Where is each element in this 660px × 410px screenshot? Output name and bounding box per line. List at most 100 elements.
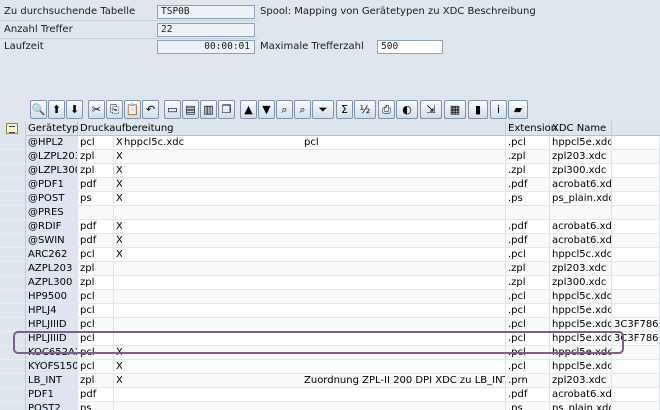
cell-xdc-file[interactable] xyxy=(122,234,302,248)
cell-druckaufbereitung[interactable]: ps xyxy=(78,402,114,410)
cell-geraetetyp[interactable]: PDF1 xyxy=(26,388,78,402)
select-all-icon[interactable] xyxy=(6,123,18,134)
cell-geraetetyp[interactable]: AZPL300 xyxy=(26,276,78,290)
table-row[interactable]: @HPL2pclXhppcl5c.xdcpcl.pclhppcl5e.xdc xyxy=(0,136,660,150)
cell-flag[interactable] xyxy=(114,402,122,410)
row-selector[interactable] xyxy=(0,290,26,304)
row-selector[interactable] xyxy=(0,178,26,192)
cell-xdc-file[interactable] xyxy=(122,276,302,290)
cell-geraetetyp[interactable]: KYOFS150 xyxy=(26,360,78,374)
row-selector[interactable] xyxy=(0,402,26,410)
cell-description[interactable] xyxy=(302,248,506,262)
max-hits-field[interactable]: 500 xyxy=(377,39,443,54)
cell-geraetetyp[interactable]: ARC262 xyxy=(26,248,78,262)
cell-flag[interactable]: X xyxy=(114,178,122,192)
details-button[interactable]: 🔍 xyxy=(30,100,47,119)
cell-flag[interactable] xyxy=(114,318,122,332)
cell-geraetetyp[interactable]: HPLJIIID xyxy=(26,318,78,332)
cell-description[interactable] xyxy=(302,304,506,318)
cell-extra[interactable] xyxy=(612,290,660,304)
cell-xdc-name[interactable]: hppcl5e.xdc xyxy=(550,304,612,318)
cell-flag[interactable]: X xyxy=(114,248,122,262)
cell-xdc-file[interactable] xyxy=(122,290,302,304)
table-row[interactable]: HP9500 pcl .pcl hppcl5c.xdc xyxy=(0,290,660,304)
select-all-cell[interactable] xyxy=(0,121,26,136)
cell-geraetetyp[interactable]: @POST xyxy=(26,192,78,206)
cell-extension[interactable]: .zpl xyxy=(506,164,550,178)
cell-extension[interactable]: .pcl xyxy=(506,360,550,374)
row-selector[interactable] xyxy=(0,136,26,150)
table-row[interactable]: @LZPL203zplX .zplzpl203.xdc xyxy=(0,150,660,164)
cell-extra[interactable] xyxy=(612,150,660,164)
cell-flag[interactable] xyxy=(114,206,122,220)
cell-description[interactable] xyxy=(302,318,506,332)
cell-description[interactable] xyxy=(302,290,506,304)
cell-extension[interactable]: .pcl xyxy=(506,290,550,304)
cell-druckaufbereitung[interactable]: zpl xyxy=(78,262,114,276)
cell-extension[interactable]: .pdf xyxy=(506,388,550,402)
cell-geraetetyp[interactable]: HPLJ4 xyxy=(26,304,78,318)
cell-xdc-file[interactable] xyxy=(122,374,302,388)
sum-button[interactable]: Σ xyxy=(336,100,353,119)
find-button[interactable]: ⌕ xyxy=(276,100,293,119)
cell-extension[interactable]: .pdf xyxy=(506,234,550,248)
column-header-geraetetyp[interactable]: Gerätetyp xyxy=(26,121,78,136)
cell-extra[interactable] xyxy=(612,164,660,178)
row-selector[interactable] xyxy=(0,388,26,402)
new-row-button[interactable]: ▭ xyxy=(164,100,181,119)
cell-extension[interactable]: .zpl xyxy=(506,150,550,164)
cell-description[interactable]: Zuordnung ZPL-II 200 DPI XDC zu LB_INT xyxy=(302,374,506,388)
sort-down-button[interactable]: ▼ xyxy=(258,100,275,119)
cell-druckaufbereitung[interactable]: pdf xyxy=(78,388,114,402)
cell-extra[interactable] xyxy=(612,262,660,276)
cell-flag[interactable]: X xyxy=(114,220,122,234)
cell-extra[interactable] xyxy=(612,304,660,318)
cell-xdc-name[interactable]: hppcl5c.xdc xyxy=(550,290,612,304)
cell-xdc-file[interactable] xyxy=(122,248,302,262)
cell-xdc-file[interactable] xyxy=(122,402,302,410)
table-row[interactable]: HPLJ4 pcl .pcl hppcl5e.xdc xyxy=(0,304,660,318)
row-selector[interactable] xyxy=(0,192,26,206)
cell-flag[interactable] xyxy=(114,388,122,402)
cell-description[interactable] xyxy=(302,360,506,374)
cell-druckaufbereitung[interactable]: pcl xyxy=(78,318,114,332)
cell-extension[interactable]: .ps xyxy=(506,192,550,206)
cell-description[interactable] xyxy=(302,388,506,402)
cell-geraetetyp[interactable]: @SWIN xyxy=(26,234,78,248)
table-row[interactable]: PDF1 pdf .pdf acrobat6.xdc xyxy=(0,388,660,402)
cell-extension[interactable]: .zpl xyxy=(506,262,550,276)
table-row[interactable]: @PRES xyxy=(0,206,660,220)
cell-description[interactable] xyxy=(302,402,506,410)
cell-xdc-name[interactable]: ps_plain.xdc xyxy=(550,402,612,410)
column-header-xdc-name[interactable]: XDC Name xyxy=(550,121,612,136)
subtotal-button[interactable]: ½ xyxy=(354,100,376,119)
cell-description[interactable] xyxy=(302,220,506,234)
row-selector[interactable] xyxy=(0,164,26,178)
table-row[interactable]: @POSTpsX .psps_plain.xdc xyxy=(0,192,660,206)
cell-geraetetyp[interactable]: POST2 xyxy=(26,402,78,410)
row-selector[interactable] xyxy=(0,150,26,164)
table-row[interactable]: AZPL203 zpl .zpl zpl203.xdc xyxy=(0,262,660,276)
cell-extension[interactable]: .pcl xyxy=(506,248,550,262)
cell-druckaufbereitung[interactable]: zpl xyxy=(78,164,114,178)
table-row[interactable]: @LZPL300zplX .zplzpl300.xdc xyxy=(0,164,660,178)
row-selector[interactable] xyxy=(0,304,26,318)
view-button[interactable]: ◐ xyxy=(396,100,418,119)
export-button[interactable]: ⇲ xyxy=(420,100,442,119)
table-row[interactable]: HPLJIIIDpcl .pclhppcl5e.xdc3C3F786D xyxy=(0,318,660,332)
cell-flag[interactable] xyxy=(114,262,122,276)
paste-button[interactable]: 📋 xyxy=(124,100,141,119)
table-row[interactable]: AZPL300 zpl .zpl zpl300.xdc xyxy=(0,276,660,290)
cell-description[interactable] xyxy=(302,178,506,192)
cell-xdc-file[interactable] xyxy=(122,304,302,318)
cell-druckaufbereitung[interactable]: pcl xyxy=(78,360,114,374)
cell-druckaufbereitung[interactable]: pdf xyxy=(78,234,114,248)
row-selector[interactable] xyxy=(0,220,26,234)
cell-extra[interactable] xyxy=(612,136,660,150)
filter-button[interactable]: ⏷ xyxy=(312,100,334,119)
cell-geraetetyp[interactable]: @LZPL203 xyxy=(26,150,78,164)
cell-flag[interactable]: X xyxy=(114,164,122,178)
cell-druckaufbereitung[interactable]: zpl xyxy=(78,150,114,164)
cell-extension[interactable]: .pdf xyxy=(506,220,550,234)
row-selector[interactable] xyxy=(0,360,26,374)
